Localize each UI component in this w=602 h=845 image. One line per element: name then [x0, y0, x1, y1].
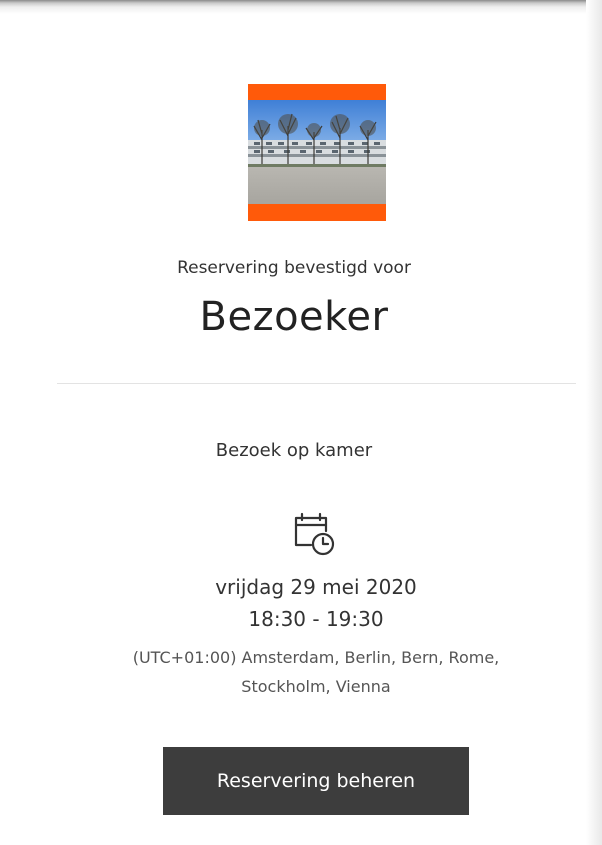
booking-timezone: (UTC+01:00) Amsterdam, Berlin, Bern, Rom… [132, 648, 500, 696]
guest-name: Bezoeker [199, 294, 389, 340]
calendar-clock-icon [294, 512, 335, 556]
booking-date: vrijdag 29 mei 2020 [215, 575, 417, 599]
confirmation-heading: Reservering bevestigd voor [177, 258, 411, 278]
building-photo-logo [248, 100, 386, 204]
booking-time: 18:30 - 19:30 [248, 607, 384, 631]
business-logo [248, 84, 386, 221]
service-name: Bezoek op kamer [215, 440, 373, 461]
right-shadow [586, 0, 602, 845]
top-shadow [0, 0, 602, 14]
manage-booking-button[interactable]: Reservering beheren [163, 747, 469, 815]
divider [57, 383, 576, 384]
confirmation-card: Reservering bevestigd voor Bezoeker Bezo… [0, 14, 588, 845]
